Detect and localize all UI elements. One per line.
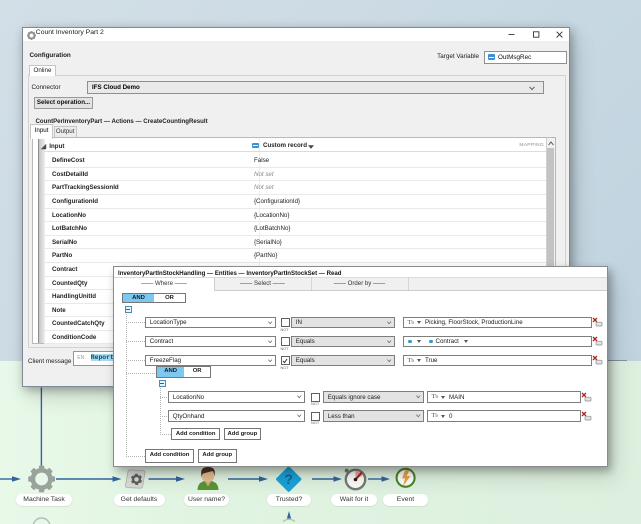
svg-text:?: ? <box>284 471 293 487</box>
